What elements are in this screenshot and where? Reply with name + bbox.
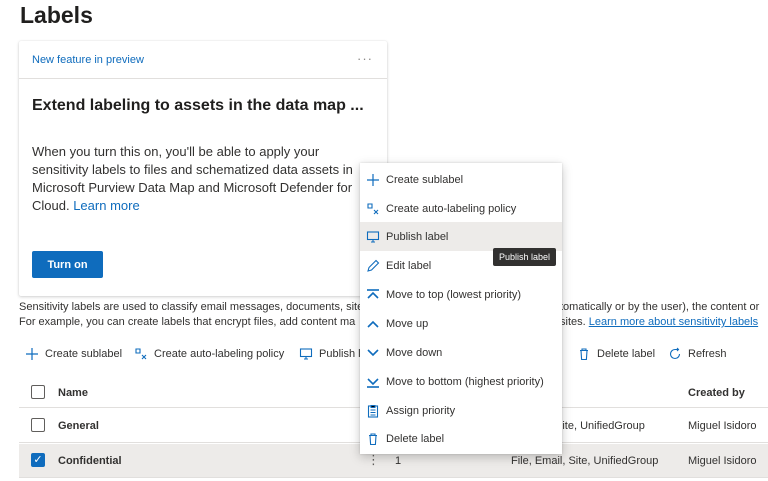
card-header: New feature in preview ···	[19, 41, 387, 79]
trash-icon	[366, 432, 380, 446]
row-checkbox[interactable]	[31, 418, 45, 432]
toolbar-create-auto-button[interactable]: Create auto-labeling policy	[134, 347, 284, 361]
move-top-icon	[366, 288, 380, 302]
menu-item-move-to-bottom[interactable]: Move to bottom (highest priority)	[360, 367, 562, 396]
toolbar-publish-label: Publish l	[319, 348, 361, 360]
auto-label-icon	[134, 347, 148, 361]
toolbar-refresh-button[interactable]: Refresh	[668, 347, 727, 361]
menu-item-create-sublabel[interactable]: Create sublabel	[360, 165, 562, 194]
toolbar-refresh-label: Refresh	[688, 348, 727, 360]
toolbar-publish-button[interactable]: Publish l	[299, 347, 361, 361]
auto-label-icon	[366, 202, 380, 216]
description-line-2-tail: sites. Learn more about sensitivity labe…	[560, 316, 758, 328]
select-all-checkbox[interactable]	[31, 385, 45, 399]
clipboard-icon	[366, 404, 380, 418]
description-line-2-prefix: sites.	[560, 316, 586, 328]
menu-item-label: Create sublabel	[386, 173, 464, 186]
chevron-up-icon	[366, 317, 380, 331]
toolbar-create-sublabel-button[interactable]: Create sublabel	[25, 347, 122, 361]
publish-tooltip: Publish label	[493, 248, 556, 266]
move-bottom-icon	[366, 375, 380, 389]
row-priority: 1	[395, 455, 402, 467]
chevron-down-icon	[366, 346, 380, 360]
row-name: Confidential	[58, 455, 122, 467]
learn-more-link[interactable]: Learn more	[73, 198, 139, 213]
page-title: Labels	[20, 2, 93, 28]
description-line-1: Sensitivity labels are used to classify …	[19, 301, 364, 313]
more-options-icon[interactable]: ···	[357, 51, 373, 66]
menu-item-assign-priority[interactable]: Assign priority	[360, 396, 562, 425]
row-scope: File, Email, Site, UnifiedGroup	[511, 455, 659, 467]
menu-item-move-up[interactable]: Move up	[360, 309, 562, 338]
menu-item-label: Move to bottom (highest priority)	[386, 375, 544, 388]
pencil-icon	[366, 259, 380, 273]
menu-item-label: Edit label	[386, 259, 432, 272]
context-menu: Create sublabel Create auto-labeling pol…	[360, 163, 562, 454]
column-header-name[interactable]: Name	[58, 387, 88, 399]
publish-icon	[299, 347, 313, 361]
toolbar-create-sublabel-label: Create sublabel	[45, 348, 123, 360]
menu-item-label: Assign priority	[386, 404, 456, 417]
row-name: General	[58, 420, 99, 432]
toolbar-create-auto-label: Create auto-labeling policy	[154, 348, 285, 360]
card-body: When you turn this on, you'll be able to…	[32, 143, 367, 215]
refresh-icon	[668, 347, 682, 361]
plus-icon	[366, 173, 380, 187]
toolbar-delete-button[interactable]: Delete label	[577, 347, 655, 361]
menu-item-create-auto-labeling[interactable]: Create auto-labeling policy	[360, 194, 562, 223]
trash-icon	[577, 347, 591, 361]
preview-badge: New feature in preview	[32, 54, 144, 66]
preview-feature-card: New feature in preview ··· Extend labeli…	[19, 41, 387, 296]
column-header-created-by[interactable]: Created by	[688, 387, 745, 399]
description-line-2: For example, you can create labels that …	[19, 316, 356, 328]
card-heading: Extend labeling to assets in the data ma…	[32, 97, 364, 114]
menu-item-label: Publish label	[386, 230, 449, 243]
menu-item-delete-label[interactable]: Delete label	[360, 424, 562, 453]
row-created-by: Miguel Isidoro	[688, 455, 757, 467]
toolbar-delete-label: Delete label	[597, 348, 656, 360]
learn-more-sensitivity-link[interactable]: Learn more about sensitivity labels	[589, 316, 758, 328]
row-created-by: Miguel Isidoro	[688, 420, 757, 432]
menu-item-move-down[interactable]: Move down	[360, 338, 562, 367]
row-more-icon[interactable]: ⋮	[367, 452, 380, 468]
menu-item-label: Delete label	[386, 432, 445, 445]
menu-item-label: Create auto-labeling policy	[386, 202, 517, 215]
row-checkbox-checked[interactable]: ✓	[31, 453, 45, 467]
menu-item-publish-label[interactable]: Publish label	[360, 222, 562, 251]
publish-icon	[366, 230, 380, 244]
row-scope: Site, UnifiedGroup	[555, 420, 645, 432]
menu-item-label: Move up	[386, 317, 429, 330]
plus-icon	[25, 347, 39, 361]
menu-item-move-to-top[interactable]: Move to top (lowest priority)	[360, 280, 562, 309]
menu-item-label: Move down	[386, 346, 443, 359]
description-line-1-tail: tomatically or by the user), the content…	[560, 301, 760, 313]
menu-item-label: Move to top (lowest priority)	[386, 288, 522, 301]
turn-on-button[interactable]: Turn on	[32, 251, 103, 278]
